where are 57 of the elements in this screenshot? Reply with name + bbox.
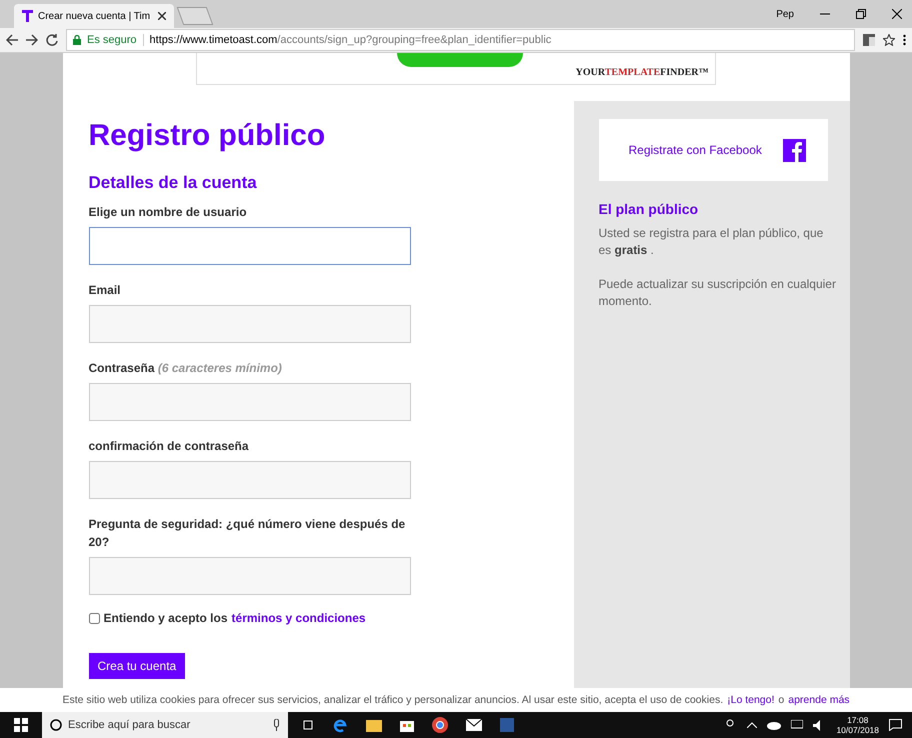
forward-icon[interactable] <box>26 34 38 46</box>
input-field[interactable] <box>88 227 410 265</box>
close-icon[interactable] <box>158 12 166 20</box>
microphone-icon[interactable] <box>273 719 280 731</box>
facebook-link[interactable]: Registrate con Facebook <box>628 143 762 157</box>
address-bar[interactable]: Es seguro https://www.timetoast.com/accounts/sign_up?grouping=free&plan_identifier=public <box>66 29 855 51</box>
facebook-icon[interactable] <box>782 138 806 162</box>
field-label: Contraseña (6 caracteres mínimo) <box>88 360 283 377</box>
input-field[interactable] <box>88 383 410 421</box>
restore-icon[interactable] <box>856 9 866 19</box>
learn-more-link[interactable]: aprende más <box>788 694 850 706</box>
task-view-icon[interactable] <box>302 719 314 731</box>
browser-e-icon[interactable] <box>332 717 348 733</box>
field-label: Elige un nombre de usuario <box>88 204 248 221</box>
lock-icon <box>73 35 81 45</box>
back-icon[interactable] <box>6 34 18 46</box>
section-title: Detalles de la cuenta <box>88 173 258 193</box>
terms-text: Entiendo y acepto los <box>104 611 228 625</box>
profile-name[interactable]: Pep <box>776 8 794 20</box>
star-icon[interactable] <box>883 34 895 46</box>
menu-icon[interactable] <box>903 34 906 46</box>
url-text: https://www.timetoast.com/accounts/sign_up?grouping=free&plan_identifier=public <box>150 34 552 46</box>
input-field[interactable] <box>88 557 410 595</box>
terms-checkbox[interactable] <box>88 612 100 624</box>
accept-link[interactable]: ¡Lo tengo! <box>727 694 774 706</box>
field-label: confirmación de contraseña <box>88 438 250 455</box>
chrome-icon[interactable] <box>432 717 448 733</box>
input-field[interactable] <box>88 461 410 499</box>
windows-icon[interactable] <box>14 718 28 732</box>
cookie-text: Este sitio web utiliza cookies para ofrecer sus servicios, analizar el tráfico y personalizar anuncios. Al usar este sitio, acepta el uso de cookies. <box>62 694 724 706</box>
close-icon[interactable] <box>892 9 902 19</box>
cookie-or: o <box>778 694 784 706</box>
field-label: Pregunta de seguridad: ¿qué número viene después de 20? <box>88 516 406 551</box>
reload-icon[interactable] <box>46 34 58 46</box>
clock-date[interactable]: 10/07/2018 <box>836 725 879 735</box>
chevron-up-icon[interactable] <box>747 722 758 728</box>
tab-title: Crear nueva cuenta | Tim <box>38 10 152 22</box>
secure-label: Es seguro <box>87 34 137 46</box>
plan-text: Puede actualizar su suscripción en cualquier momento. <box>598 276 837 310</box>
folder-icon[interactable] <box>366 718 382 732</box>
cloud-icon[interactable] <box>767 720 782 730</box>
plan-text: Usted se registra para el plan público, que es gratis . <box>598 225 824 259</box>
terms-link[interactable]: términos y condiciones <box>232 611 366 625</box>
site-logo-icon <box>22 10 33 22</box>
ad-banner[interactable]: YOURTEMPLATEFINDER™ <box>196 53 716 85</box>
field-label: Email <box>88 282 122 299</box>
page-title: Registro público <box>88 119 326 153</box>
browser-tab[interactable]: Crear nueva cuenta | Tim <box>14 4 174 28</box>
notification-icon[interactable] <box>889 719 902 731</box>
ad-logo: YOURTEMPLATEFINDER™ <box>576 66 708 80</box>
plan-title: El plan público <box>598 201 700 217</box>
mail-icon[interactable] <box>466 719 482 731</box>
search-icon <box>50 719 62 731</box>
taskbar-search-field[interactable]: Escribe aquí para buscar <box>42 712 288 738</box>
input-field[interactable] <box>88 305 410 343</box>
create-account-button[interactable]: Crea tu cuenta <box>88 653 186 679</box>
clock-time[interactable]: 17:08 <box>847 715 868 725</box>
